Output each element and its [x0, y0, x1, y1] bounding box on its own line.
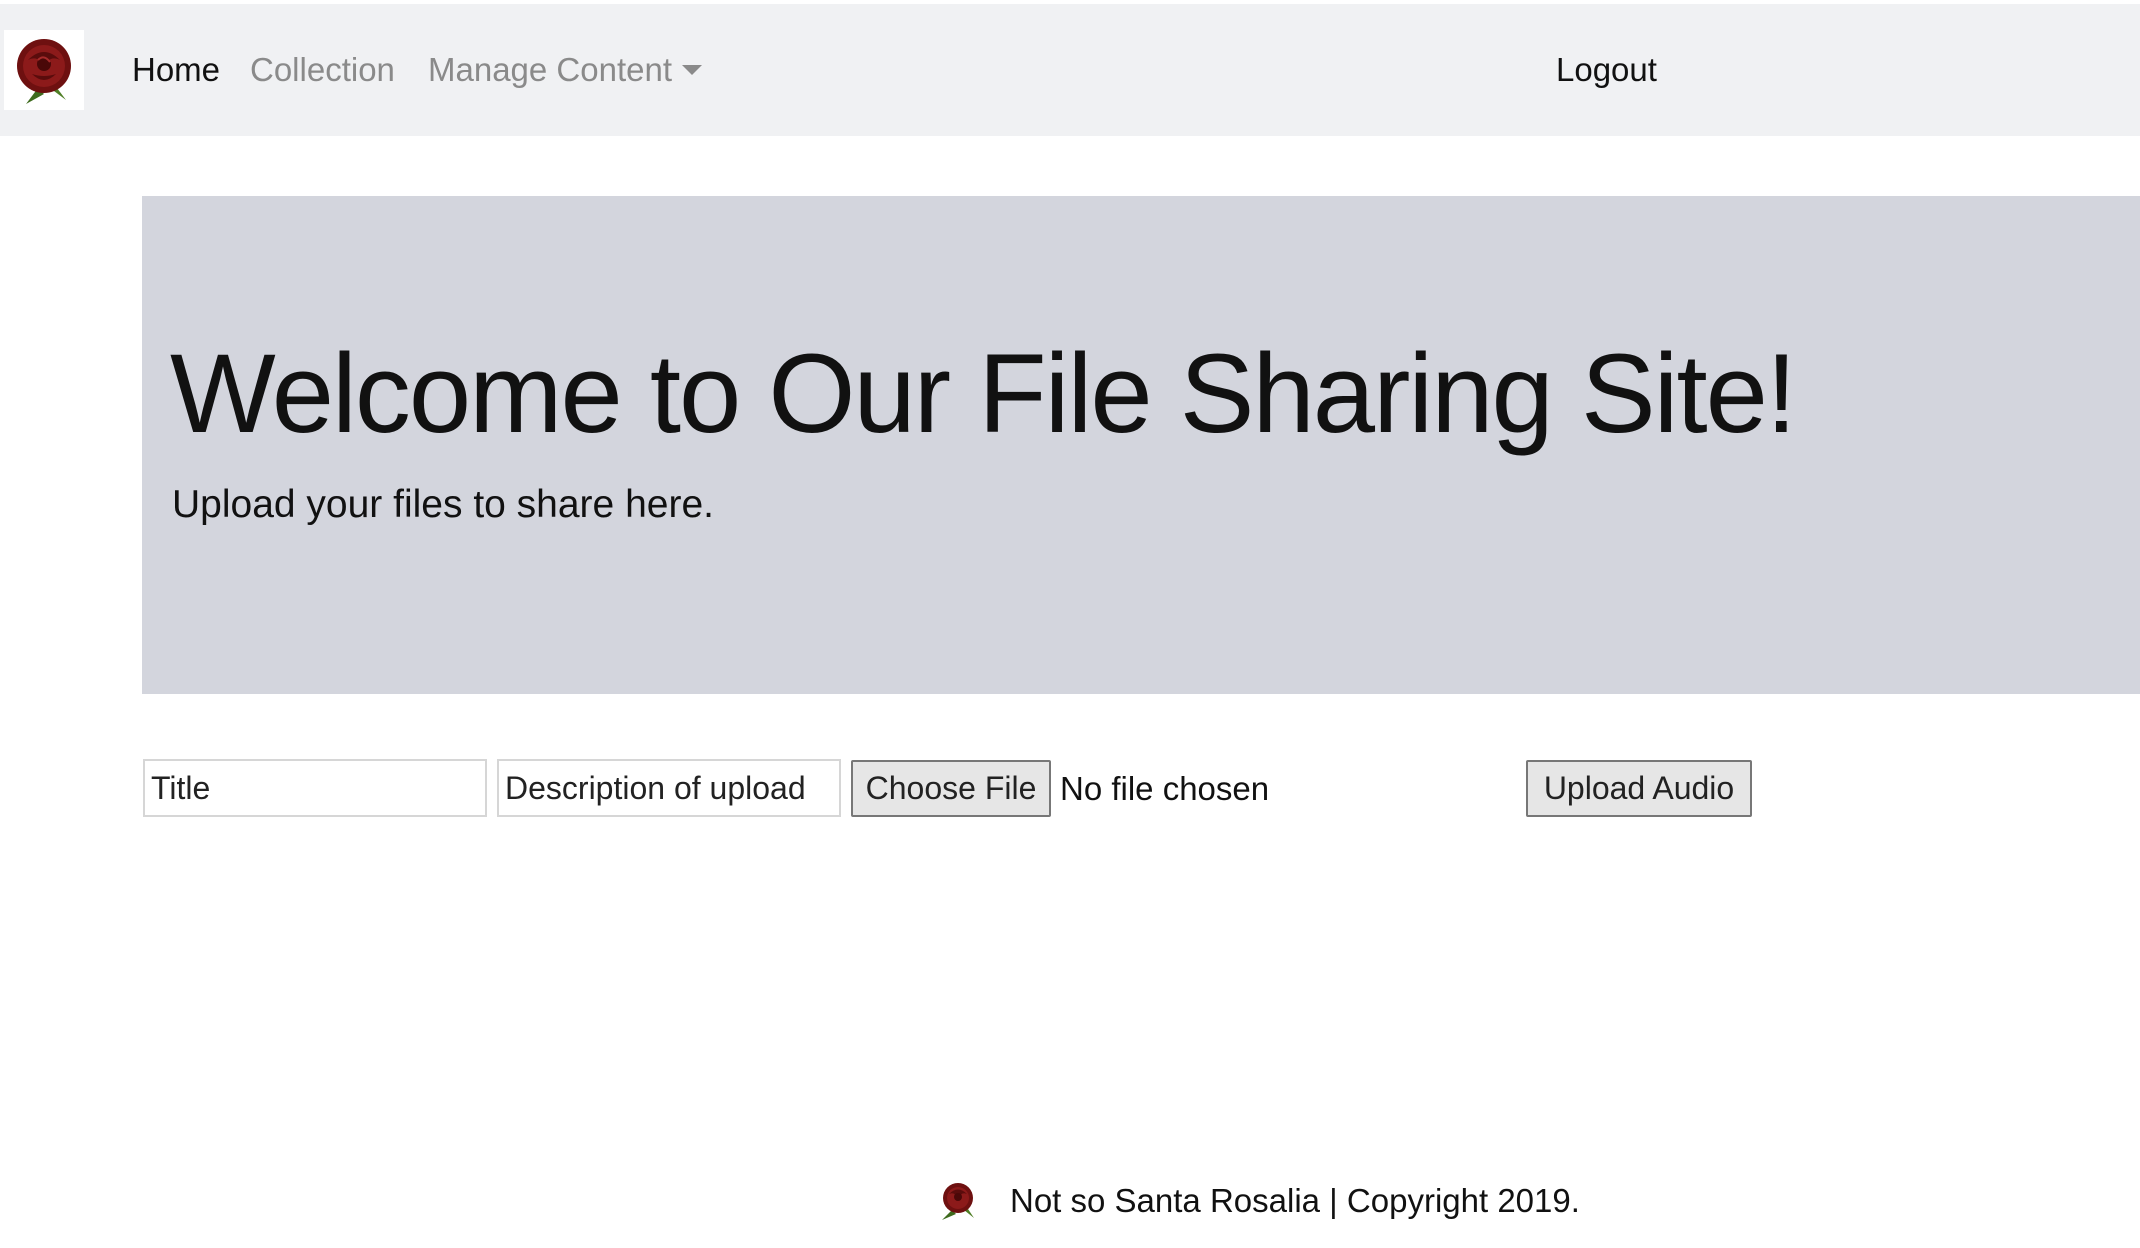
nav-manage-content-dropdown[interactable]: Manage Content — [428, 51, 703, 88]
rose-logo-icon — [942, 1183, 974, 1220]
brand-logo[interactable] — [4, 30, 84, 110]
title-input[interactable] — [143, 759, 487, 817]
jumbotron: Welcome to Our File Sharing Site! Upload… — [142, 196, 2140, 694]
navbar: Home Collection Manage Content Logout — [0, 4, 2140, 136]
page-title: Welcome to Our File Sharing Site! — [170, 331, 1797, 456]
file-status-text: No file chosen — [1060, 770, 1270, 807]
page-lead: Upload your files to share here. — [172, 483, 714, 526]
logout-link[interactable]: Logout — [1556, 52, 1657, 88]
nav-manage-content-label: Manage Content — [428, 51, 673, 88]
footer-copyright: Not so Santa Rosalia | Copyright 2019. — [1010, 1182, 1580, 1219]
upload-audio-button[interactable]: Upload Audio — [1526, 760, 1752, 817]
nav-home[interactable]: Home — [132, 52, 220, 88]
caret-down-icon — [682, 65, 703, 75]
rose-logo-icon — [17, 39, 71, 104]
description-input[interactable] — [497, 759, 841, 817]
choose-file-button[interactable]: Choose File — [851, 760, 1051, 817]
nav-collection[interactable]: Collection — [250, 52, 395, 88]
